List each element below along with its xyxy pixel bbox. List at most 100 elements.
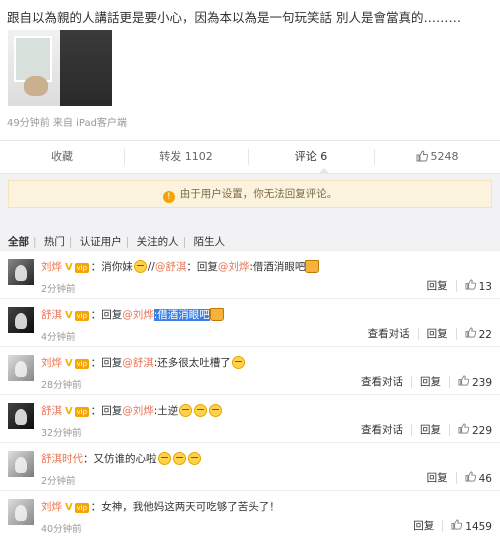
comment-like-button[interactable]: 1459 bbox=[451, 519, 492, 533]
warning-icon: ! bbox=[162, 191, 175, 203]
mention-link[interactable]: @刘烨 bbox=[218, 261, 250, 273]
post-action-bar: 收藏 转发 1102 评论 6 5248 bbox=[0, 140, 500, 174]
filter-all[interactable]: 全部 bbox=[8, 234, 29, 249]
comment-actions: 回复 13 bbox=[427, 278, 492, 293]
verified-badge-icon: V bbox=[65, 502, 73, 513]
crying-emoji-icon bbox=[172, 452, 186, 465]
comment-tab[interactable]: 评论 6 bbox=[248, 141, 374, 173]
comment-like-button[interactable]: 22 bbox=[465, 327, 492, 341]
filter-strangers[interactable]: 陌生人 bbox=[194, 234, 226, 249]
mention-link[interactable]: @舒淇 bbox=[155, 261, 187, 273]
thumbs-up-icon bbox=[465, 327, 476, 337]
reply-link[interactable]: 回复 bbox=[427, 326, 448, 341]
comment-text: ：回复 bbox=[90, 309, 123, 321]
reply-link[interactable]: 回复 bbox=[413, 518, 434, 533]
reply-link[interactable]: 回复 bbox=[427, 278, 448, 293]
comment-like-button[interactable]: 239 bbox=[458, 375, 492, 389]
comment-username[interactable]: 刘烨 bbox=[41, 261, 62, 273]
action-divider bbox=[417, 327, 419, 340]
comment-filter-bar: 全部 | 热门 | 认证用户 | 关注的人 | 陌生人 bbox=[8, 234, 226, 249]
comment-like-count: 239 bbox=[471, 376, 492, 389]
post-image-left bbox=[8, 30, 60, 106]
avatar[interactable] bbox=[8, 403, 34, 429]
view-conversation-link[interactable]: 查看对话 bbox=[368, 326, 410, 341]
comment-username[interactable]: 舒淇 bbox=[41, 309, 62, 321]
avatar[interactable] bbox=[8, 259, 34, 285]
comment-list: 刘烨 Vvip ：消你妹//@舒淇：回复@刘烨:借酒消眼吧 2分钟前 回复 13 舒淇 Vvi… bbox=[0, 250, 500, 538]
avatar[interactable] bbox=[8, 499, 34, 525]
comment-username[interactable]: 刘烨 bbox=[41, 357, 62, 369]
reply-link[interactable]: 回复 bbox=[427, 470, 448, 485]
like-button[interactable]: 5248 bbox=[374, 141, 500, 173]
view-conversation-link[interactable]: 查看对话 bbox=[361, 374, 403, 389]
filter-following[interactable]: 关注的人 bbox=[137, 234, 179, 249]
comment-like-count: 22 bbox=[478, 328, 492, 341]
comment-item: 刘烨 Vvip ：回复@舒淇:还多很太吐槽了 28分钟前 查看对话 回复 239 bbox=[0, 346, 500, 394]
collect-button[interactable]: 收藏 bbox=[0, 141, 124, 173]
post-image-right bbox=[60, 30, 112, 106]
comment-like-button[interactable]: 46 bbox=[465, 471, 492, 485]
crying-emoji-icon bbox=[194, 404, 208, 417]
vip-icon: vip bbox=[74, 359, 89, 369]
comment-username[interactable]: 舒淇时代 bbox=[41, 453, 83, 465]
comment-time: 32分钟前 bbox=[41, 428, 82, 439]
comment-content: 刘烨 Vvip ：女神，我他妈这两天可吃够了苦头了！ bbox=[41, 499, 280, 514]
comment-content: 舒淇 Vvip ：回复@刘烨:借酒消眼吧 bbox=[41, 307, 224, 322]
verified-badge-icon: V bbox=[65, 262, 73, 273]
comment-like-button[interactable]: 13 bbox=[465, 279, 492, 293]
verified-badge-icon: V bbox=[65, 310, 73, 321]
comment-actions: 回复 46 bbox=[427, 470, 492, 485]
post-meta: 49分钟前 来自 iPad客户端 bbox=[7, 114, 127, 129]
thumbs-up-icon bbox=[451, 519, 463, 529]
avatar[interactable] bbox=[8, 355, 34, 381]
vip-icon: vip bbox=[74, 263, 89, 273]
comment-like-button[interactable]: 229 bbox=[458, 423, 492, 437]
comment-item: 舒淇时代：又仿谁的心啦 2分钟前 回复 46 bbox=[0, 442, 500, 490]
comment-text: ：回复 bbox=[90, 357, 123, 369]
filter-hot[interactable]: 热门 bbox=[44, 234, 65, 249]
mention-link[interactable]: @刘烨 bbox=[122, 309, 154, 321]
selected-text: :借酒消眼吧 bbox=[153, 309, 210, 321]
comment-text: ：消你妹 bbox=[90, 261, 133, 273]
weibo-post: 跟自以為親的人講話更是要小心，因為本以為是一句玩笑話 別人是會當真的……… 49… bbox=[0, 0, 500, 140]
comment-actions: 查看对话 回复 229 bbox=[361, 422, 492, 437]
comment-content: 舒淇时代：又仿谁的心啦 bbox=[41, 451, 202, 466]
reply-link[interactable]: 回复 bbox=[420, 374, 441, 389]
comment-username[interactable]: 刘烨 bbox=[41, 501, 62, 513]
repost-button[interactable]: 转发 1102 bbox=[124, 141, 248, 173]
thumbs-up-icon bbox=[465, 279, 476, 289]
comment-text: // bbox=[147, 261, 155, 273]
beer-emoji-icon bbox=[305, 260, 320, 273]
mention-link[interactable]: @舒淇 bbox=[122, 357, 154, 369]
comment-text: ：回复 bbox=[186, 261, 218, 273]
filter-verified[interactable]: 认证用户 bbox=[80, 234, 122, 249]
reply-disabled-notice: ! 由于用户设置，你无法回复评论。 bbox=[8, 180, 492, 208]
action-divider bbox=[410, 423, 412, 436]
comment-like-count: 1459 bbox=[465, 520, 492, 533]
action-divider bbox=[448, 375, 450, 388]
crying-emoji-icon bbox=[179, 404, 193, 417]
action-divider bbox=[448, 423, 450, 436]
comment-username[interactable]: 舒淇 bbox=[41, 405, 62, 417]
mention-link[interactable]: @刘烨 bbox=[122, 405, 154, 417]
comment-item: 刘烨 Vvip ：女神，我他妈这两天可吃够了苦头了！ 40分钟前 回复 1459 bbox=[0, 490, 500, 538]
comment-time: 28分钟前 bbox=[41, 380, 82, 391]
thumbs-up-icon bbox=[416, 150, 428, 162]
crying-emoji-icon bbox=[157, 452, 171, 465]
post-source[interactable]: 来自 iPad客户端 bbox=[53, 118, 127, 129]
avatar[interactable] bbox=[8, 307, 34, 333]
comment-actions: 回复 1459 bbox=[413, 518, 492, 533]
comment-item: 刘烨 Vvip ：消你妹 //@舒淇：回复@刘烨:借酒消眼吧 2分钟前 回复 13 bbox=[0, 250, 500, 298]
action-divider bbox=[442, 519, 444, 532]
comment-time: 2分钟前 bbox=[41, 284, 76, 295]
post-time: 49分钟前 bbox=[7, 118, 50, 129]
thumbs-up-icon bbox=[458, 423, 470, 433]
post-image-thumbnail[interactable] bbox=[8, 30, 112, 106]
reply-link[interactable]: 回复 bbox=[420, 422, 441, 437]
view-conversation-link[interactable]: 查看对话 bbox=[361, 422, 403, 437]
comment-time: 2分钟前 bbox=[41, 476, 76, 487]
comment-item: 舒淇 Vvip ：回复@刘烨:土逆 32分钟前 查看对话 回复 229 bbox=[0, 394, 500, 442]
crying-emoji-icon bbox=[209, 404, 223, 417]
avatar[interactable] bbox=[8, 451, 34, 477]
action-divider bbox=[455, 471, 457, 484]
